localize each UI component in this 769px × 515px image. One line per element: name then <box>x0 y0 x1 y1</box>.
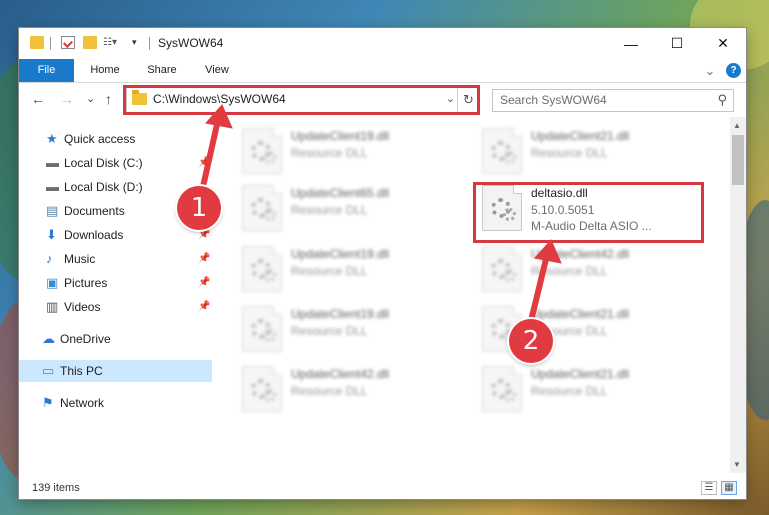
step-badge-1: 1 <box>177 186 221 230</box>
arrow-2-head <box>534 239 562 264</box>
annotation-arrows <box>197 104 562 328</box>
arrow-1-head <box>205 104 233 129</box>
step-badge-2: 2 <box>509 319 553 363</box>
arrow-2 <box>527 252 550 328</box>
